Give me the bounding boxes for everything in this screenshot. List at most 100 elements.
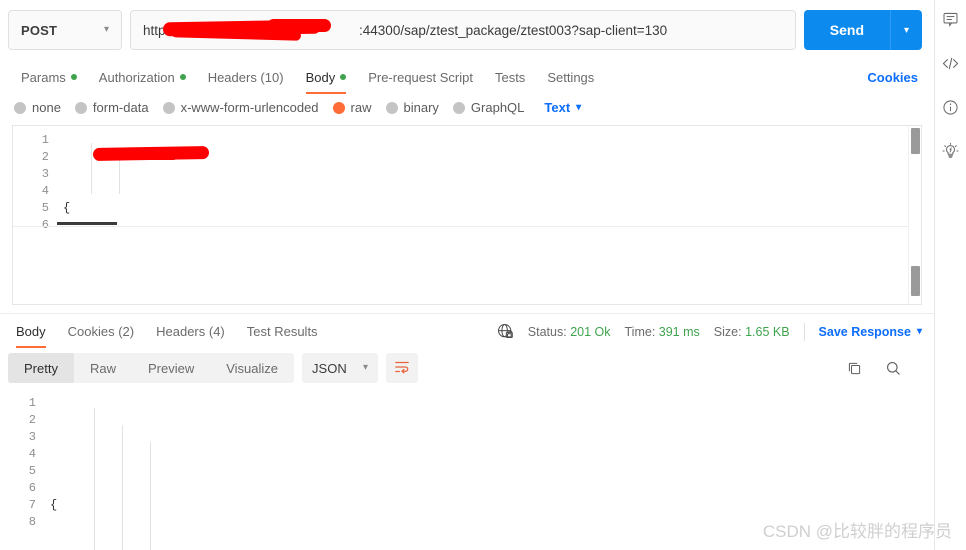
cookies-link[interactable]: Cookies — [867, 70, 922, 85]
code-icon[interactable] — [940, 52, 962, 74]
tab-authorization-dot-icon — [179, 74, 186, 80]
line-number: 4 — [28, 447, 36, 461]
request-url-bar: POST ▾ https://b :44300/sap/ztest_packag… — [0, 0, 934, 60]
body-type-none-label: none — [32, 100, 61, 115]
tab-authorization[interactable]: Authorization — [88, 60, 197, 94]
radio-none-icon — [14, 101, 26, 114]
request-url-suffix: :44300/sap/ztest_package/ztest003?sap-cl… — [359, 22, 668, 38]
scrollbar-thumb[interactable] — [911, 128, 920, 154]
right-sidebar — [934, 0, 966, 550]
body-type-raw-label: raw — [350, 100, 372, 115]
body-type-graphql-label: GraphQL — [470, 100, 525, 115]
time-label: Time: — [624, 324, 656, 339]
tab-settings[interactable]: Settings — [536, 60, 605, 94]
request-gutter: 1 2 3 4 5 6 — [13, 126, 57, 304]
send-options-chevron-down-icon[interactable]: ▾ — [890, 10, 922, 50]
editor-divider — [13, 226, 921, 227]
response-tab-headers[interactable]: Headers (4) — [145, 314, 236, 350]
size-value: 1.65 KB — [745, 324, 790, 339]
scrollbar-thumb-secondary[interactable] — [911, 266, 920, 296]
request-line: "████████████": { — [63, 251, 921, 268]
view-mode-preview[interactable]: Preview — [132, 353, 210, 383]
response-tab-cookies[interactable]: Cookies (2) — [57, 314, 145, 350]
view-mode-pretty[interactable]: Pretty — [8, 353, 74, 383]
redaction-mark-host-3 — [267, 19, 331, 32]
line-number: 3 — [41, 167, 49, 181]
request-body-editor[interactable]: 1 2 3 4 5 6 { "████████████": { "vbeln":… — [12, 125, 922, 305]
body-type-graphql[interactable]: GraphQL — [451, 98, 532, 117]
response-gutter: 1 2 3 4 5 6 7 8 — [0, 391, 44, 550]
response-tab-test-results-label: Test Results — [246, 324, 318, 339]
size-label: Size: — [713, 324, 742, 339]
view-mode-raw[interactable]: Raw — [74, 353, 132, 383]
lightbulb-icon[interactable] — [940, 140, 962, 162]
body-type-urlencoded-label: x-www-form-urlencoded — [180, 100, 319, 115]
copy-icon[interactable] — [846, 360, 863, 377]
response-tab-cookies-label: Cookies (2) — [67, 324, 135, 339]
tab-pre-request-script-label: Pre-request Script — [368, 69, 473, 85]
info-icon[interactable] — [940, 96, 962, 118]
line-number: 6 — [28, 481, 36, 495]
http-method-select[interactable]: POST ▾ — [8, 10, 122, 50]
tab-body[interactable]: Body — [295, 60, 358, 94]
response-format-select[interactable]: JSON ▾ — [302, 353, 379, 383]
horizontal-scrollbar[interactable] — [57, 222, 117, 225]
response-meta-right: Status: 201 Ok Time: 391 ms Size: 1.65 K… — [497, 322, 922, 341]
response-tab-headers-label: Headers (4) — [156, 324, 225, 339]
chevron-down-icon: ▾ — [363, 362, 369, 373]
request-url-input[interactable]: https://b :44300/sap/ztest_package/ztest… — [130, 10, 796, 50]
send-button-group: Send ▾ — [803, 10, 922, 50]
chevron-down-icon: ▾ — [103, 24, 109, 35]
send-button[interactable]: Send — [803, 10, 890, 50]
response-tab-body[interactable]: Body — [12, 314, 57, 350]
line-number: 3 — [28, 430, 36, 444]
indent-guide — [94, 408, 95, 550]
request-code-area[interactable]: { "████████████": { "vbeln": "2000016933… — [57, 126, 921, 304]
body-type-form-data[interactable]: form-data — [73, 98, 157, 117]
line-number: 8 — [28, 515, 36, 529]
body-type-binary[interactable]: binary — [384, 98, 447, 117]
raw-format-select[interactable]: Text ▾ — [544, 100, 581, 115]
request-tabs: Params Authorization Headers (10) Body P… — [0, 60, 934, 94]
indent-guide — [91, 143, 92, 194]
tab-headers[interactable]: Headers (10) — [197, 60, 295, 94]
tab-tests[interactable]: Tests — [484, 60, 536, 94]
request-url-text: https://b — [143, 22, 192, 38]
response-body-viewer[interactable]: 1 2 3 4 5 6 7 8 { "item": [ { — [0, 391, 934, 550]
time-label-group: Time: 391 ms — [625, 325, 700, 339]
json-punct: { — [50, 498, 58, 512]
tab-headers-label: Headers (10) — [207, 69, 284, 85]
line-number: 2 — [28, 413, 36, 427]
body-type-none[interactable]: none — [12, 98, 69, 117]
body-type-raw[interactable]: raw — [331, 98, 380, 117]
tab-body-dot-icon — [340, 74, 347, 80]
request-line: "vbeln": "2000016933", — [63, 302, 921, 304]
radio-form-data-icon — [74, 101, 87, 114]
size-label-group: Size: 1.65 KB — [714, 325, 790, 339]
postman-window: POST ▾ https://b :44300/sap/ztest_packag… — [0, 0, 966, 550]
line-number: 1 — [28, 396, 36, 410]
vertical-scrollbar[interactable] — [908, 126, 921, 304]
line-number: 2 — [41, 150, 49, 164]
status-label-group: Status: 201 Ok — [528, 325, 611, 339]
response-tab-test-results[interactable]: Test Results — [236, 314, 329, 350]
response-line: { — [50, 497, 934, 514]
view-mode-visualize[interactable]: Visualize — [210, 353, 294, 383]
tab-params[interactable]: Params — [10, 60, 88, 94]
body-type-urlencoded[interactable]: x-www-form-urlencoded — [161, 98, 327, 117]
save-response-button[interactable]: Save Response ▾ — [819, 325, 922, 339]
comment-icon[interactable] — [940, 8, 962, 30]
save-response-label: Save Response — [818, 324, 911, 339]
response-view-mode-group: Pretty Raw Preview Visualize — [8, 353, 295, 383]
globe-lock-icon — [497, 323, 514, 340]
response-tab-body-label: Body — [16, 324, 46, 339]
wrap-lines-button[interactable] — [386, 353, 419, 383]
tab-body-label: Body — [305, 69, 336, 85]
raw-format-label: Text — [544, 100, 571, 115]
search-icon[interactable] — [885, 360, 902, 377]
response-code-area[interactable]: { "item": [ { "vbeln": "2000016933", "po… — [44, 391, 934, 550]
radio-graphql-icon — [452, 101, 465, 114]
time-value: 391 ms — [658, 324, 700, 339]
tab-params-label: Params — [21, 69, 66, 85]
tab-pre-request-script[interactable]: Pre-request Script — [357, 60, 484, 94]
